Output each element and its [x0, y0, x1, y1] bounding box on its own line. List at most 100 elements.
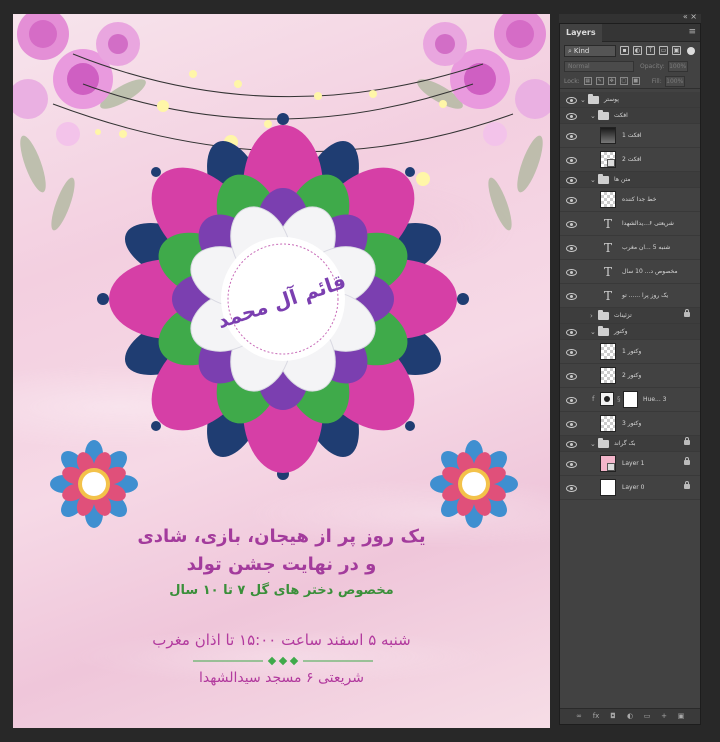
- eye-icon[interactable]: [566, 268, 577, 276]
- fx-icon[interactable]: fx: [592, 712, 601, 721]
- document-canvas[interactable]: قائم آل محمد یک روز پر از هیجان، بازی، ش…: [13, 14, 550, 728]
- eye-icon[interactable]: [566, 328, 577, 336]
- eye-icon[interactable]: [566, 196, 577, 204]
- fill-input[interactable]: 100%: [664, 75, 685, 87]
- layer-text-address[interactable]: T شریعتی ۶...یدالشهدا: [560, 212, 700, 236]
- chevron-down-icon[interactable]: ⌄: [590, 439, 596, 449]
- lock-paint-icon[interactable]: ✎: [595, 77, 604, 85]
- layer-thumbnail: [600, 367, 616, 384]
- eye-icon[interactable]: [566, 132, 577, 140]
- eye-icon[interactable]: [566, 420, 577, 428]
- eye-icon[interactable]: [566, 156, 577, 164]
- filter-pixel-icon[interactable]: ▪: [620, 46, 629, 55]
- layer-name: وکتور 3: [622, 419, 642, 427]
- chevron-down-icon[interactable]: ⌄: [590, 175, 596, 185]
- eye-icon[interactable]: [566, 348, 577, 356]
- side-mandala-right: [430, 440, 518, 528]
- layer-name: تزئینات: [614, 311, 632, 319]
- layer-name: متن ها: [614, 175, 631, 183]
- eye-icon[interactable]: [566, 112, 577, 120]
- eye-icon[interactable]: [566, 96, 577, 104]
- eye-icon[interactable]: [566, 244, 577, 252]
- eye-icon[interactable]: [566, 176, 577, 184]
- lock-artboard-icon[interactable]: ▢: [619, 77, 628, 85]
- eye-icon[interactable]: [566, 440, 577, 448]
- layer-vector-1[interactable]: وکتور 1: [560, 340, 700, 364]
- layer-group-effect[interactable]: ⌄ افکت: [560, 108, 700, 124]
- lock-all-icon[interactable]: ■: [631, 77, 640, 85]
- chevron-down-icon[interactable]: ⌄: [580, 95, 586, 105]
- filter-shape-icon[interactable]: ▭: [659, 46, 668, 55]
- lock-icon: [684, 308, 690, 317]
- layer-effect-1[interactable]: افکت 1: [560, 124, 700, 148]
- lock-icon: [684, 436, 690, 445]
- layer-text-day[interactable]: T یک روز پرا ...... تو: [560, 284, 700, 308]
- link-icon[interactable]: §: [617, 395, 621, 403]
- eye-icon[interactable]: [566, 460, 577, 468]
- poster-line-3: مخصوص دختر های گل ۷ تا ۱۰ سال: [169, 583, 394, 598]
- eye-icon[interactable]: [566, 372, 577, 380]
- layer-vector-2[interactable]: وکتور 2: [560, 364, 700, 388]
- layer-group-poster[interactable]: ⌄ پوستر: [560, 92, 700, 108]
- type-layer-icon: T: [603, 216, 612, 231]
- eye-icon[interactable]: [566, 484, 577, 492]
- filter-type-icon[interactable]: T: [646, 46, 655, 55]
- filter-smart-icon[interactable]: ▣: [672, 46, 681, 55]
- lock-row: Lock: ▦ ✎ ✥ ▢ ■ Fill: 100%: [560, 74, 700, 89]
- layer-text-date[interactable]: T شنبه 5 ...ان مغرب: [560, 236, 700, 260]
- kind-filter-select[interactable]: ⌕ Kind: [564, 44, 616, 57]
- layer-effect-2[interactable]: افکت 2: [560, 148, 700, 172]
- layer-group-background[interactable]: ⌄ بک گراند: [560, 436, 700, 452]
- folder-icon: [598, 173, 609, 184]
- layer-1[interactable]: Layer 1: [560, 452, 700, 476]
- chevron-down-icon[interactable]: ⌄: [590, 327, 596, 337]
- panel-tabbar: Layers ≡: [560, 24, 700, 42]
- layer-thumbnail: [600, 343, 616, 360]
- layer-text-age[interactable]: T مخصوص د... 10 سال: [560, 260, 700, 284]
- eye-icon[interactable]: [566, 292, 577, 300]
- layer-name: Layer 0: [622, 483, 645, 491]
- layer-group-vector[interactable]: ⌄ وکتور: [560, 324, 700, 340]
- layer-thumbnail: [600, 127, 616, 144]
- filter-toggle-icon[interactable]: [687, 46, 695, 55]
- layer-group-ornaments[interactable]: › تزئینات: [560, 308, 700, 324]
- layer-name: خط جدا کننده: [622, 195, 657, 203]
- layer-thumbnail: [600, 455, 616, 472]
- layer-vector-small[interactable]: وکتور 3: [560, 412, 700, 436]
- blend-mode-select[interactable]: Normal: [564, 61, 634, 72]
- new-group-icon[interactable]: ▭: [643, 712, 652, 721]
- add-mask-icon[interactable]: ◘: [609, 712, 618, 721]
- lock-transparent-icon[interactable]: ▦: [583, 77, 592, 85]
- layer-name: Hue... 3: [643, 395, 667, 403]
- new-layer-icon[interactable]: +: [660, 712, 669, 721]
- adjustment-layer-icon[interactable]: ◐: [626, 712, 635, 721]
- trash-icon[interactable]: ▣: [677, 712, 686, 721]
- blend-row: Normal Opacity: 100%: [560, 59, 700, 74]
- eye-icon[interactable]: [566, 220, 577, 228]
- type-layer-icon: T: [603, 264, 612, 279]
- adjustment-icon: [600, 392, 614, 406]
- layer-0[interactable]: Layer 0: [560, 476, 700, 500]
- folder-icon: [598, 325, 609, 336]
- tab-layers[interactable]: Layers: [560, 24, 602, 42]
- layer-hue-adjustment[interactable]: f § Hue... 3: [560, 388, 700, 412]
- layer-thumbnail: [600, 415, 616, 432]
- layer-list: ⌄ پوستر ⌄ افکت افکت 1 افکت 2 ⌄ متن ها خط…: [560, 92, 700, 500]
- layer-divider[interactable]: خط جدا کننده: [560, 188, 700, 212]
- clip-arrow-icon: f: [592, 394, 595, 403]
- lock-position-icon[interactable]: ✥: [607, 77, 616, 85]
- poster-line-2: و در نهایت جشن تولد: [186, 554, 377, 575]
- chevron-down-icon[interactable]: ⌄: [590, 111, 596, 121]
- chevron-right-icon[interactable]: ›: [590, 311, 593, 321]
- link-layers-icon[interactable]: ∞: [575, 712, 584, 721]
- lock-label: Lock:: [564, 77, 580, 85]
- opacity-label: Opacity:: [640, 63, 665, 70]
- panel-collapse-icons[interactable]: « ×: [683, 12, 697, 21]
- layer-thumbnail: [600, 479, 616, 496]
- eye-icon[interactable]: [566, 396, 577, 404]
- filter-adjustment-icon[interactable]: ◐: [633, 46, 642, 55]
- layer-group-text[interactable]: ⌄ متن ها: [560, 172, 700, 188]
- panel-menu-icon[interactable]: ≡: [688, 27, 696, 37]
- panel-dock-bar: « ×: [559, 12, 701, 23]
- opacity-input[interactable]: 100%: [667, 61, 688, 72]
